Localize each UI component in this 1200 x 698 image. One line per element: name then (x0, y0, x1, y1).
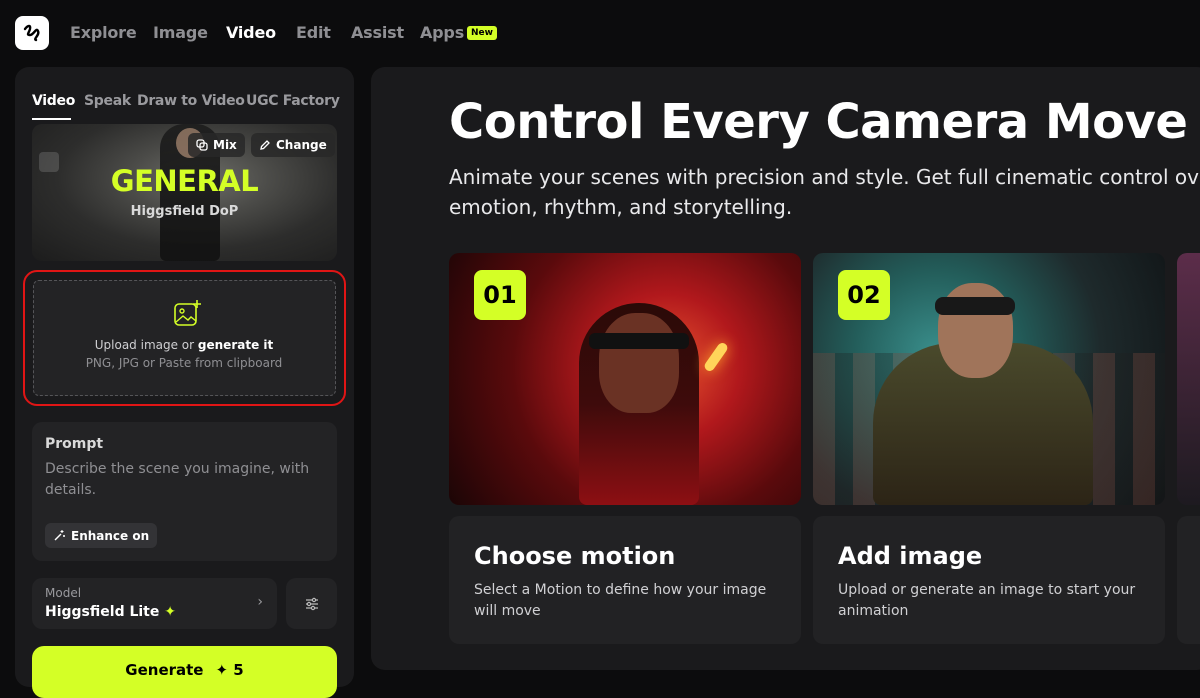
nav-edit[interactable]: Edit (296, 23, 331, 42)
enhance-toggle[interactable]: Enhance on (45, 523, 158, 548)
prompt-label: Prompt (45, 436, 104, 452)
step-2-number: 02 (838, 270, 890, 320)
step-2-description: Upload or generate an image to start you… (838, 582, 1136, 619)
mix-label: Mix (213, 138, 237, 152)
prompt-box[interactable]: Prompt Describe the scene you imagine, w… (32, 422, 337, 561)
model-name: Higgsfield Lite (45, 604, 160, 620)
step-2-card: Add image Upload or generate an image to… (813, 516, 1165, 644)
prompt-input[interactable]: Describe the scene you imagine, with det… (45, 459, 315, 501)
nav-assist[interactable]: Assist (351, 23, 404, 42)
tab-ugc-factory[interactable]: UGC Factory (246, 93, 340, 109)
chevron-right-icon: › (257, 594, 263, 610)
image-upload-dropzone[interactable]: Upload image or generate it PNG, JPG or … (33, 280, 336, 396)
sliders-icon (305, 597, 318, 610)
upload-text: Upload image or (94, 338, 198, 352)
mix-button[interactable]: Mix (188, 133, 245, 157)
magic-wand-icon (54, 530, 65, 541)
hero-subtitle-line2: emotion, rhythm, and storytelling. (449, 195, 793, 219)
preset-subtitle: Higgsfield DoP (130, 204, 239, 219)
enhance-label: Enhance on (71, 528, 150, 543)
generate-label: Generate (125, 661, 204, 679)
step-1-description: Select a Motion to define how your image… (474, 582, 767, 619)
generate-button[interactable]: Generate ✦ 5 (32, 646, 337, 698)
change-button[interactable]: Change (251, 133, 335, 157)
nav-video[interactable]: Video (226, 23, 276, 42)
step-3-card-partial (1177, 516, 1200, 644)
model-selector[interactable]: Model Higgsfield Lite ✦ › (32, 578, 277, 629)
settings-button[interactable] (286, 578, 337, 629)
active-tab-indicator (32, 118, 71, 120)
step-1-image: 01 (449, 253, 801, 505)
hero-title: Control Every Camera Move (449, 94, 1188, 150)
light-streak (702, 341, 730, 373)
left-panel: Video Speak Draw to Video UGC Factory Mi… (15, 67, 354, 698)
change-label: Change (276, 138, 327, 152)
motion-preset-card[interactable]: Mix Change GENERAL Higgsfield DoP (32, 124, 337, 261)
higgsfield-logo[interactable] (15, 16, 49, 50)
top-nav: Explore Image Video Edit Assist Apps New (0, 0, 1200, 67)
model-label: Model (45, 586, 82, 600)
step-1-sunglasses (589, 333, 689, 349)
upload-formats: PNG, JPG or Paste from clipboard (85, 356, 283, 370)
hero-subtitle: Animate your scenes with precision and s… (449, 162, 1200, 222)
step-2-image: 02 (813, 253, 1165, 505)
step-1-card: Choose motion Select a Motion to define … (449, 516, 801, 644)
hero-subtitle-line1: Animate your scenes with precision and s… (449, 165, 1200, 189)
step-2-title: Add image (838, 542, 983, 570)
step-1-face (599, 313, 679, 413)
model-value: Higgsfield Lite ✦ (45, 604, 176, 620)
main-panel: Control Every Camera Move Animate your s… (371, 67, 1200, 670)
step-1-number: 01 (474, 270, 526, 320)
logo-icon (23, 24, 40, 42)
generate-cost: ✦ 5 (215, 661, 244, 679)
nav-explore[interactable]: Explore (70, 23, 137, 42)
nav-apps[interactable]: Apps (420, 23, 464, 42)
tab-speak[interactable]: Speak (84, 93, 131, 109)
step-2-sunglasses (935, 297, 1015, 315)
sparkle-icon: ✦ (164, 604, 176, 620)
preset-title: GENERAL (110, 164, 259, 198)
add-image-icon (174, 300, 201, 326)
upload-highlight: Upload image or generate it PNG, JPG or … (23, 270, 346, 406)
step-1-title: Choose motion (474, 542, 676, 570)
pencil-icon (260, 140, 270, 150)
generate-it-link[interactable]: generate it (198, 338, 273, 352)
step-3-image-partial (1177, 253, 1200, 505)
mix-icon (196, 139, 208, 151)
tab-video[interactable]: Video (32, 93, 75, 109)
tab-draw-to-video[interactable]: Draw to Video (137, 93, 245, 109)
upload-instructions: Upload image or generate it (34, 338, 334, 352)
nav-image[interactable]: Image (153, 23, 208, 42)
new-badge: New (467, 26, 497, 40)
